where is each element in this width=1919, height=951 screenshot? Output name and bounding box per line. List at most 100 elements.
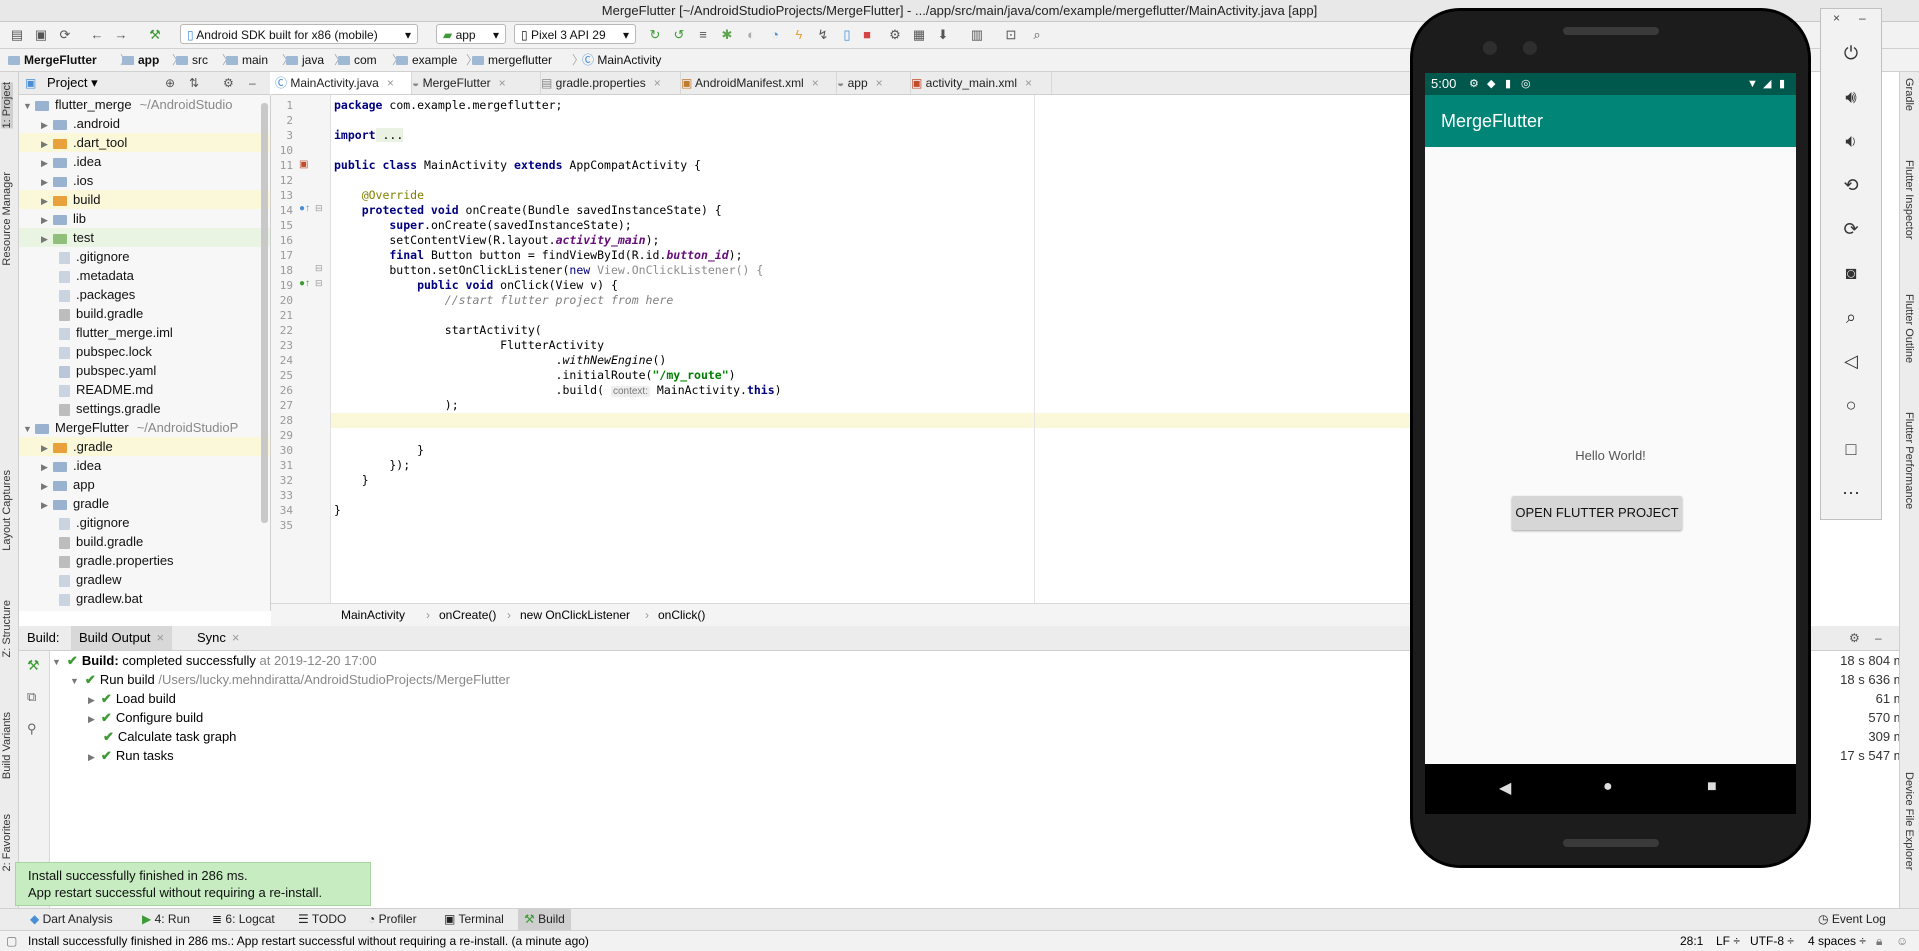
tab-mergeflutter[interactable]: ◒ MergeFlutter × [408,72,541,94]
breadcrumb-item[interactable]: java [286,49,324,71]
tree-item[interactable]: gradlew.bat [59,589,143,608]
forward-icon[interactable]: → [112,26,130,44]
emulator-screen[interactable] [1425,73,1796,764]
lock-icon[interactable]: 🔒︎ [1876,931,1882,951]
project-tool-button[interactable]: 1: Project [1,82,13,129]
back-icon[interactable]: ◁ [1821,351,1881,372]
terminal-tool-button[interactable]: ▣ Terminal [444,909,504,930]
caret-position[interactable]: 28:1 [1680,931,1703,951]
layout-captures-tool-button[interactable]: Layout Captures [1,470,13,551]
flutter-hot-restart-icon[interactable]: ↯ [814,26,832,44]
override-marker-icon[interactable]: ●↑ [299,203,310,214]
tree-item[interactable]: .metadata [59,266,134,285]
tab-build-output[interactable]: Build Output × [71,626,173,650]
implements-marker-icon[interactable]: ●↑ [299,278,310,289]
back-icon[interactable]: ← [88,26,106,44]
todo-tool-button[interactable]: ☰ TODO [298,909,346,930]
build-tool-button[interactable]: ⚒ Build [518,909,571,930]
attach-icon[interactable]: ◐ [742,26,760,44]
collapse-all-icon[interactable]: ⇅ [189,72,199,94]
apply-code-changes-icon[interactable]: ↺ [670,26,688,44]
breadcrumb-item[interactable]: Ⓒ MainActivity [582,49,661,71]
close-icon[interactable]: × [157,630,165,645]
editor-crumb[interactable]: new OnClickListener [520,604,630,626]
rotate-right-icon[interactable]: ⟳ [1821,219,1881,240]
close-icon[interactable]: × [1025,76,1032,90]
panel-toggle-icon[interactable]: ▢ [6,931,17,951]
gear-icon[interactable]: ⚙ [223,72,234,94]
tree-item[interactable]: flutter_merge.iml [59,323,173,342]
power-icon[interactable]: ⏻ [1821,43,1881,64]
config-select[interactable]: ▰ app ▾ [436,24,506,44]
tree-item[interactable]: ▶ gradle [41,494,109,513]
tab-activity-main-xml[interactable]: ▣ activity_main.xml × [907,72,1052,94]
tree-item[interactable]: ▶ lib [41,209,86,228]
run-list-icon[interactable]: ≡ [694,26,712,44]
tab-gradle-properties[interactable]: ▤ gradle.properties × [537,72,681,94]
back-icon[interactable]: ◀ [1499,778,1511,798]
fold-icon[interactable]: ⊟ [315,278,323,289]
volume-up-icon[interactable]: 🔊︎ [1821,87,1881,108]
tree-item[interactable]: ▶ app [41,475,95,494]
tree-item[interactable]: pubspec.lock [59,342,152,361]
tree-item[interactable]: ▶ build [19,190,270,209]
tree-item[interactable]: ▶ .idea [41,456,101,475]
home-icon[interactable]: ● [1603,778,1613,796]
run-tool-button[interactable]: ▶ 4: Run [142,909,190,930]
close-icon[interactable]: × [876,76,883,90]
fold-icon[interactable]: ⊟ [315,263,323,274]
device-select[interactable]: ▯ Pixel 3 API 29 ▾ [514,24,636,44]
breadcrumb-item[interactable]: main [226,49,268,71]
structure-tool-button[interactable]: Z: Structure [1,600,13,657]
tree-item[interactable]: README.md [59,380,153,399]
flutter-hot-reload-icon[interactable]: ϟ [790,26,808,44]
tree-item[interactable]: gradle.properties [59,551,174,570]
hammer-icon[interactable]: ⚒ [146,26,164,44]
resource-manager-tool-button[interactable]: Resource Manager [1,172,13,266]
layout-marker-icon[interactable]: ▣ [299,159,308,170]
apply-changes-icon[interactable]: ↻ [646,26,664,44]
layout-inspector-icon[interactable]: ⊡ [1002,26,1020,44]
tree-item[interactable]: ▶ .idea [41,152,101,171]
breadcrumb-item[interactable]: src [176,49,208,71]
hammer-icon[interactable]: ⚒ [27,657,40,674]
build-variants-tool-button[interactable]: Build Variants [1,712,13,779]
breadcrumb-item[interactable]: MergeFlutter [8,49,97,71]
tree-item[interactable]: .packages [59,285,135,304]
tree-item[interactable]: gradlew [59,570,122,589]
editor-crumb[interactable]: onCreate() [439,604,496,626]
line-separator[interactable]: LF ÷ [1716,931,1740,951]
profile-icon[interactable]: ◔ [766,26,784,44]
logcat-tool-button[interactable]: ≣ 6: Logcat [212,909,275,930]
gear-icon[interactable]: ⚙ [1849,626,1860,650]
more-icon[interactable]: ⋯ [1821,483,1881,504]
breadcrumb-item[interactable]: example [396,49,457,71]
tree-item[interactable]: ▶ test [19,228,270,247]
tree-item[interactable]: ▶ .dart_tool [19,133,270,152]
inspector-icon[interactable]: ☺ [1896,931,1908,951]
breadcrumb-item[interactable]: app [122,49,159,71]
hide-icon[interactable]: – [249,72,256,94]
tab-sync[interactable]: Sync × [197,626,240,650]
dart-analysis-tool-button[interactable]: ◆ Dart Analysis [30,909,113,930]
device-file-explorer-tool-button[interactable]: Device File Explorer [1903,772,1915,870]
breadcrumb-item[interactable]: com [338,49,377,71]
volume-down-icon[interactable]: 🔉︎ [1821,131,1881,152]
project-structure-icon[interactable]: ▥ [968,26,986,44]
close-icon[interactable]: × [387,76,394,90]
sdk-manager-icon[interactable]: ⬇ [934,26,952,44]
screenshot-icon[interactable]: ◙ [1821,263,1881,284]
project-view-select[interactable]: Project ▾ [47,72,98,94]
fold-icon[interactable]: ⊟ [315,203,323,214]
editor-crumb[interactable]: MainActivity [341,604,405,626]
minimize-icon[interactable]: – [1859,11,1866,25]
tree-item[interactable]: pubspec.yaml [59,361,156,380]
tree-item[interactable]: ▶ .ios [41,171,93,190]
tree-item[interactable]: .gitignore [59,247,129,266]
zoom-icon[interactable]: ⌕ [1821,307,1881,328]
vertical-scrollbar[interactable] [261,103,268,523]
pin-icon[interactable]: ⚲ [27,721,37,737]
overview-icon[interactable]: □ [1821,439,1881,460]
tree-item[interactable]: ▼ MergeFlutter ~/AndroidStudioP [23,418,238,437]
hide-icon[interactable]: – [1875,626,1882,650]
